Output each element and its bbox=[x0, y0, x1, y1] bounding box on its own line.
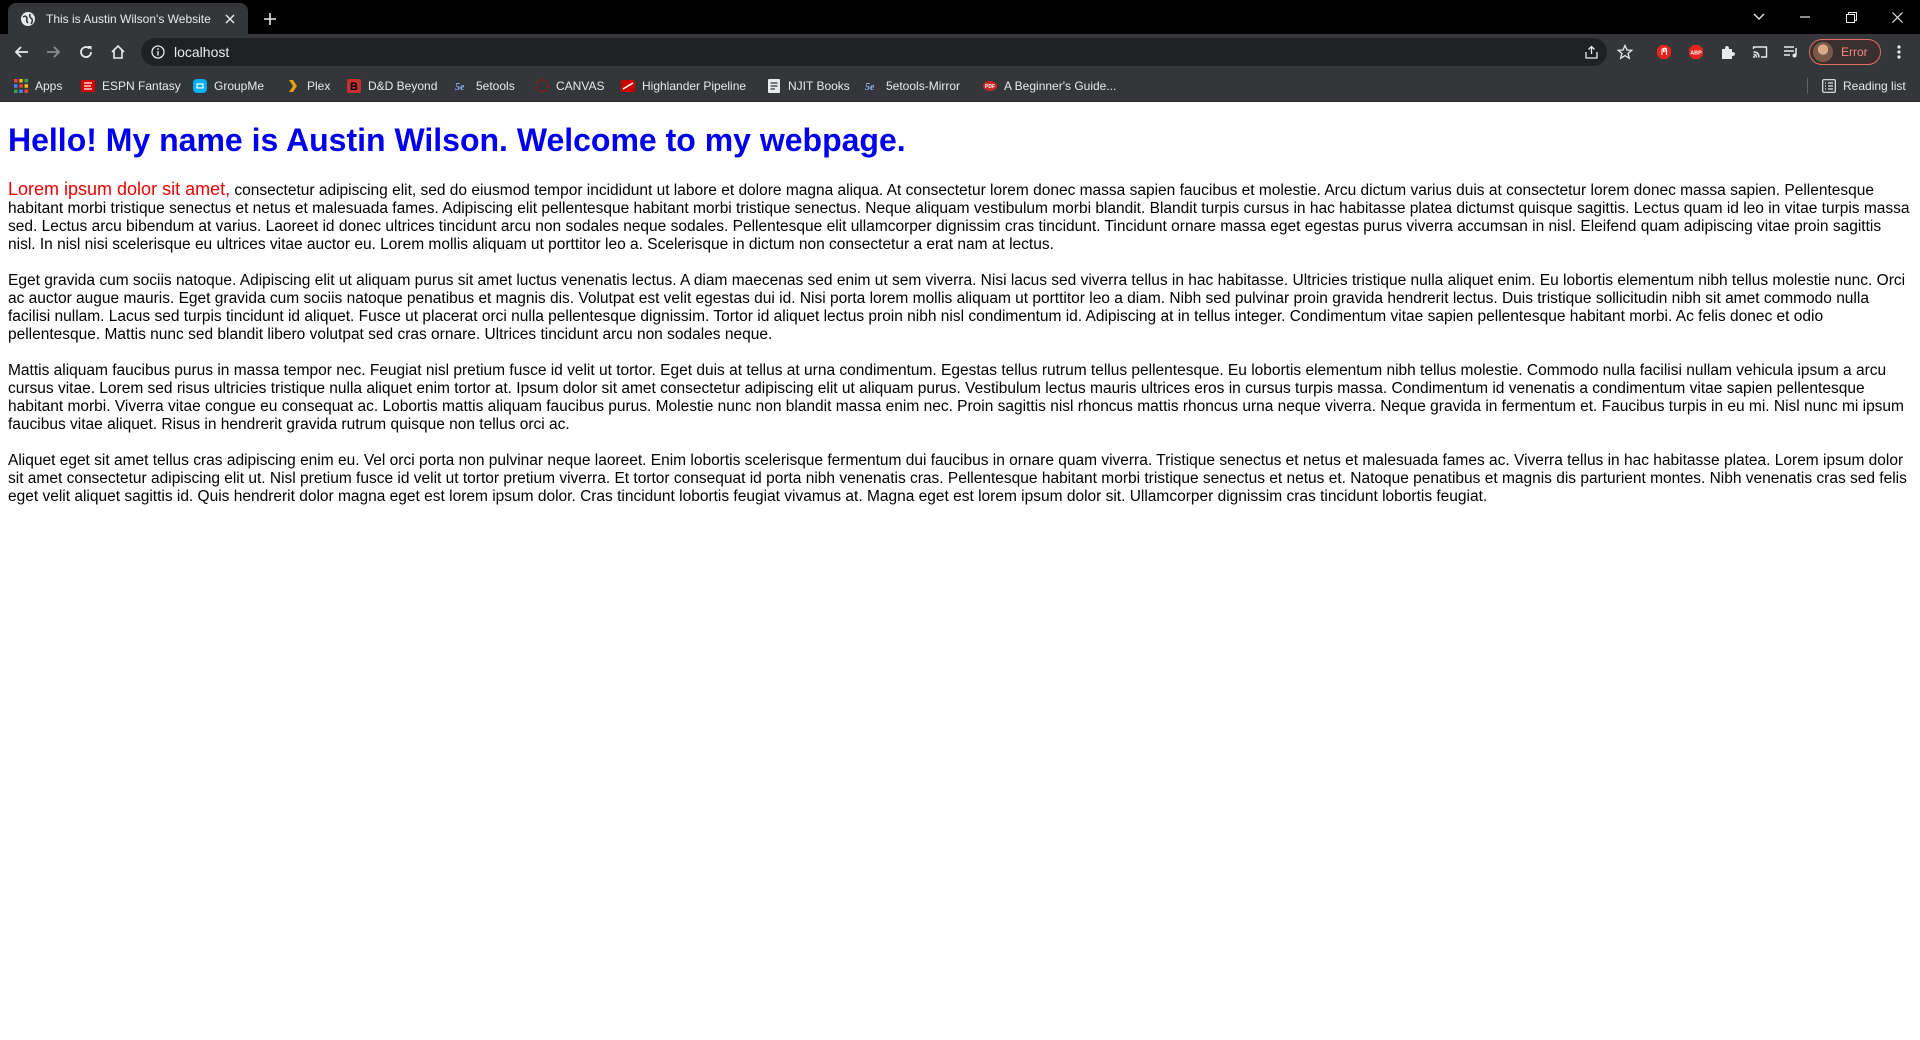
document-icon bbox=[766, 78, 782, 94]
paragraph-text: consectetur adipiscing elit, sed do eius… bbox=[8, 182, 1910, 253]
paragraph-text: Mattis aliquam faucibus purus in massa t… bbox=[8, 362, 1904, 433]
paragraph: Eget gravida cum sociis natoque. Adipisc… bbox=[8, 272, 1912, 344]
paragraph-text: Aliquet eget sit amet tellus cras adipis… bbox=[8, 452, 1907, 505]
active-tab[interactable]: This is Austin Wilson's Website bbox=[8, 3, 248, 34]
bookmark-apps[interactable]: Apps bbox=[13, 76, 62, 96]
web-page-content: Hello! My name is Austin Wilson. Welcome… bbox=[0, 103, 1920, 1040]
svg-text:ABP: ABP bbox=[1690, 51, 1702, 57]
home-button[interactable] bbox=[106, 40, 130, 64]
more-menu-icon[interactable] bbox=[1887, 40, 1911, 64]
bookmark-beginners-guide[interactable]: PDF A Beginner's Guide... bbox=[982, 76, 1116, 96]
minimize-button[interactable] bbox=[1782, 0, 1828, 34]
canvas-icon bbox=[534, 78, 550, 94]
lead-text: Lorem ipsum dolor sit amet, bbox=[8, 179, 231, 199]
svg-text:5e: 5e bbox=[455, 82, 465, 93]
bookmark-label: 5etools-Mirror bbox=[886, 79, 961, 93]
groupme-icon bbox=[192, 78, 208, 94]
bookmark-label: Highlander Pipeline bbox=[642, 79, 747, 93]
guide-icon: PDF bbox=[982, 78, 998, 94]
bookmark-label: CANVAS bbox=[556, 79, 605, 93]
cast-icon[interactable] bbox=[1748, 40, 1772, 64]
bookmark-label: GroupMe bbox=[214, 79, 265, 93]
bookmark-label: Plex bbox=[307, 79, 331, 93]
profile-status: Error bbox=[1841, 45, 1868, 59]
close-tab-icon[interactable] bbox=[222, 11, 238, 27]
tab-search-icon[interactable] bbox=[1736, 0, 1782, 34]
reading-list-button[interactable]: Reading list bbox=[1821, 76, 1906, 96]
puzzle-icon[interactable] bbox=[1716, 40, 1740, 64]
bookmark-dnd-beyond[interactable]: B D&D Beyond bbox=[346, 76, 437, 96]
address-bar[interactable]: localhost bbox=[141, 38, 1633, 66]
plex-icon bbox=[285, 78, 301, 94]
paragraph: Mattis aliquam faucibus purus in massa t… bbox=[8, 362, 1912, 434]
site-info-icon[interactable] bbox=[151, 45, 165, 59]
reading-list-label: Reading list bbox=[1843, 79, 1906, 93]
bookmarks-divider bbox=[1807, 78, 1808, 94]
svg-text:B: B bbox=[350, 81, 358, 93]
restore-button[interactable] bbox=[1828, 0, 1874, 34]
espn-icon bbox=[80, 78, 96, 94]
dnd-beyond-icon: B bbox=[346, 78, 362, 94]
bookmark-label: ESPN Fantasy bbox=[102, 79, 181, 93]
adblock-icon[interactable] bbox=[1652, 40, 1676, 64]
tab-title: This is Austin Wilson's Website bbox=[46, 11, 211, 26]
url-text[interactable]: localhost bbox=[174, 44, 229, 60]
bookmark-label: A Beginner's Guide... bbox=[1004, 79, 1117, 93]
bookmark-star-icon[interactable] bbox=[1613, 40, 1637, 64]
reload-button[interactable] bbox=[74, 40, 98, 64]
avatar bbox=[1813, 42, 1833, 62]
bookmark-5etools[interactable]: 5e 5etools bbox=[454, 76, 515, 96]
bookmark-njit-books[interactable]: NJIT Books bbox=[766, 76, 850, 96]
paragraph-text: Eget gravida cum sociis natoque. Adipisc… bbox=[8, 272, 1906, 343]
new-tab-button[interactable] bbox=[258, 7, 282, 31]
bookmark-label: NJIT Books bbox=[788, 79, 850, 93]
profile-button[interactable]: Error bbox=[1809, 39, 1881, 65]
paragraph: Lorem ipsum dolor sit amet, consectetur … bbox=[8, 180, 1912, 254]
svg-text:5e: 5e bbox=[865, 82, 875, 93]
bookmark-label: Apps bbox=[35, 79, 63, 93]
5etools-icon: 5e bbox=[864, 78, 880, 94]
share-icon[interactable] bbox=[1579, 40, 1603, 64]
bookmark-canvas[interactable]: CANVAS bbox=[534, 76, 604, 96]
forward-button[interactable] bbox=[41, 40, 65, 64]
svg-text:PDF: PDF bbox=[985, 84, 995, 90]
bookmark-highlander-pipeline[interactable]: Highlander Pipeline bbox=[620, 76, 746, 96]
5etools-icon: 5e bbox=[454, 78, 470, 94]
back-button[interactable] bbox=[10, 40, 34, 64]
bookmark-label: 5etools bbox=[476, 79, 515, 93]
close-window-button[interactable] bbox=[1874, 0, 1920, 34]
globe-icon bbox=[20, 11, 36, 27]
media-controls-icon[interactable] bbox=[1779, 40, 1803, 64]
page-heading: Hello! My name is Austin Wilson. Welcome… bbox=[8, 122, 906, 158]
browser-toolbar: localhost ABP Error bbox=[0, 34, 1920, 70]
apps-grid-icon bbox=[13, 78, 29, 94]
highlander-icon bbox=[620, 78, 636, 94]
browser-titlebar: This is Austin Wilson's Website bbox=[0, 0, 1920, 34]
paragraph: Aliquet eget sit amet tellus cras adipis… bbox=[8, 452, 1912, 506]
reading-list-icon bbox=[1821, 78, 1837, 94]
bookmark-plex[interactable]: Plex bbox=[285, 76, 330, 96]
abp-icon[interactable]: ABP bbox=[1684, 40, 1708, 64]
bookmarks-bar: Apps ESPN Fantasy GroupMe Plex B D&D Bey… bbox=[0, 70, 1920, 102]
bookmark-groupme[interactable]: GroupMe bbox=[192, 76, 264, 96]
bookmark-5etools-mirror[interactable]: 5e 5etools-Mirror bbox=[864, 76, 960, 96]
bookmark-espn-fantasy[interactable]: ESPN Fantasy bbox=[80, 76, 181, 96]
bookmark-label: D&D Beyond bbox=[368, 79, 438, 93]
